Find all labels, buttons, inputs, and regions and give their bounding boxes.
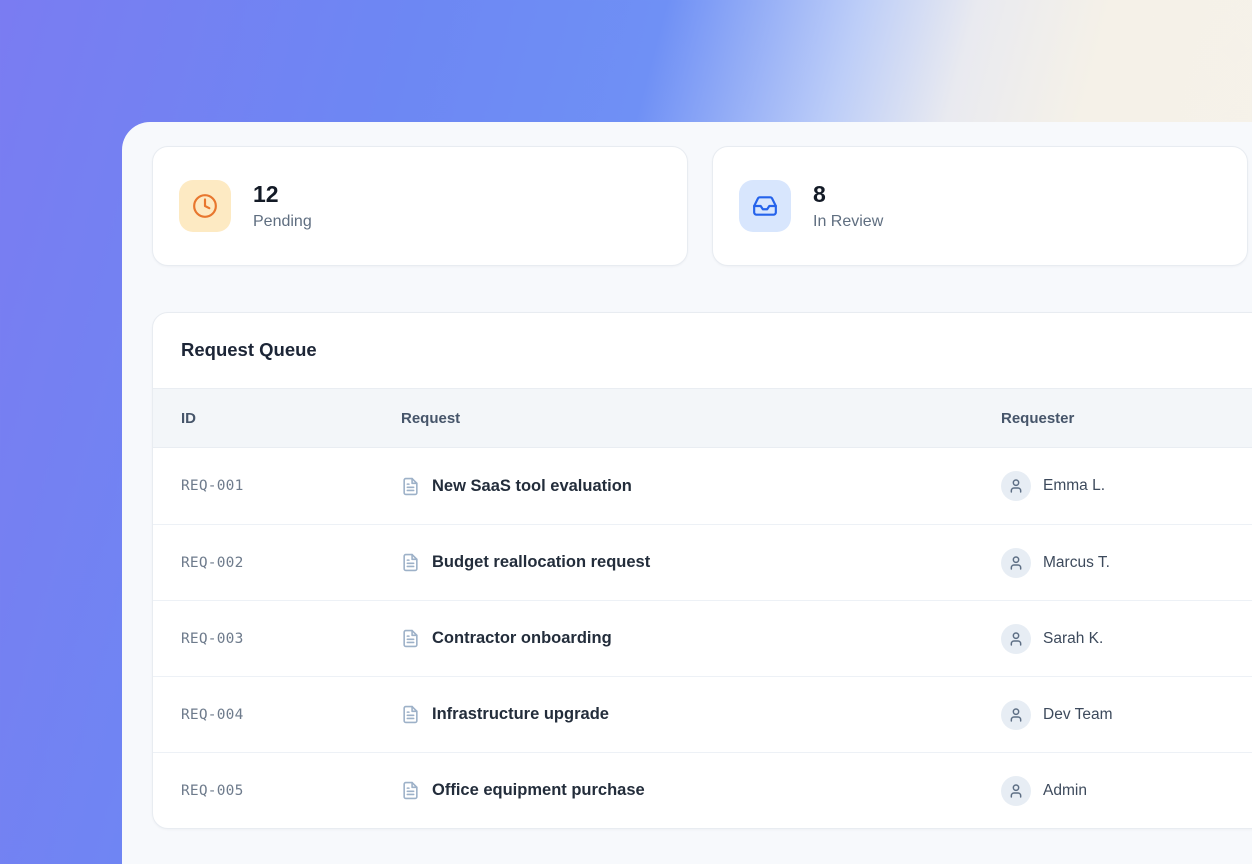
table-header-row: ID Request Requester [153,388,1252,448]
request-title: Office equipment purchase [432,781,645,800]
table-row[interactable]: REQ-001 New SaaS tool evaluation [153,448,1252,524]
request-title: Budget reallocation request [432,553,650,572]
table-row[interactable]: REQ-003 Contractor onboarding [153,600,1252,676]
inbox-icon [739,180,791,232]
table-row[interactable]: REQ-005 Office equipment purchase [153,752,1252,828]
file-text-icon [401,705,420,724]
requester-name: Sarah K. [1043,630,1103,648]
clock-icon [179,180,231,232]
row-id: REQ-003 [181,631,401,647]
card-title: Request Queue [153,313,1252,388]
main-panel: 12 Pending 8 In Review Request Queue ID … [122,122,1252,864]
stat-value-in-review: 8 [813,181,883,207]
app-background: { "stats": [ { "value": "12", "label": "… [0,0,1252,864]
stats-row: 12 Pending 8 In Review [152,146,1252,266]
file-text-icon [401,781,420,800]
row-id: REQ-005 [181,783,401,799]
stat-card-in-review: 8 In Review [712,146,1248,266]
avatar [1001,624,1031,654]
requester-name: Dev Team [1043,706,1113,724]
requester-name: Marcus T. [1043,554,1110,572]
request-title: Infrastructure upgrade [432,705,609,724]
table-row[interactable]: REQ-004 Infrastructure upgrade [153,676,1252,752]
avatar [1001,548,1031,578]
request-title: Contractor onboarding [432,629,612,648]
file-text-icon [401,477,420,496]
avatar [1001,700,1031,730]
table-row[interactable]: REQ-002 Budget reallocation request [153,524,1252,600]
row-id: REQ-004 [181,707,401,723]
avatar [1001,776,1031,806]
column-header-request: Request [401,410,1001,427]
row-id: REQ-002 [181,555,401,571]
request-queue-card: Request Queue ID Request Requester REQ-0… [152,312,1252,829]
stat-value-pending: 12 [253,181,312,207]
file-text-icon [401,629,420,648]
avatar [1001,471,1031,501]
column-header-requester: Requester [1001,410,1252,427]
file-text-icon [401,553,420,572]
column-header-id: ID [181,410,401,427]
request-title: New SaaS tool evaluation [432,477,632,496]
requester-name: Admin [1043,782,1087,800]
row-id: REQ-001 [181,478,401,494]
requester-name: Emma L. [1043,477,1105,495]
stat-card-pending: 12 Pending [152,146,688,266]
stat-label-pending: Pending [253,213,312,231]
table-body: REQ-001 New SaaS tool evaluation [153,448,1252,828]
stat-label-in-review: In Review [813,213,883,231]
